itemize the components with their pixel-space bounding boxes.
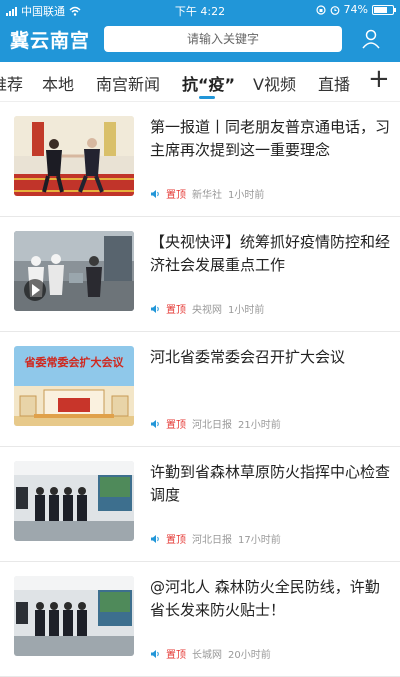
user-icon[interactable]	[358, 26, 384, 52]
news-source: 河北日报	[192, 535, 232, 546]
news-meta: 置顶 河北日报 21小时前	[150, 416, 281, 431]
news-item[interactable]: 许勤到省森林草原防火指挥中心检查调度 置顶 河北日报 17小时前	[0, 447, 400, 562]
battery-label: 74%	[343, 3, 368, 16]
news-thumbnail	[14, 231, 134, 311]
pinned-badge: 置顶	[166, 305, 186, 316]
news-meta: 置顶 河北日报 17小时前	[150, 531, 281, 546]
pinned-badge: 置顶	[166, 190, 186, 201]
news-source: 央视网	[192, 305, 222, 316]
status-bar: 中国联通 下午 4:22 74%	[0, 0, 400, 20]
app-header: 中国联通 下午 4:22 74% 冀云南宫 请输入关键字	[0, 0, 400, 62]
pinned-badge: 置顶	[166, 650, 186, 661]
alarm-icon	[330, 5, 339, 15]
news-meta: 置顶 长城网 20小时前	[150, 646, 271, 661]
news-title[interactable]: 第一报道丨同老朋友普京通电话，习主席再次提到这一重要理念	[150, 116, 390, 162]
news-item[interactable]: 第一报道丨同老朋友普京通电话，习主席再次提到这一重要理念 置顶 新华社 1小时前	[0, 102, 400, 217]
tab-live[interactable]: 直播	[318, 71, 350, 95]
news-thumbnail	[14, 576, 134, 656]
news-time: 21小时前	[238, 420, 281, 431]
rotation-lock-icon	[315, 4, 326, 15]
tab-recommend[interactable]: 推荐	[0, 71, 23, 95]
battery-icon	[372, 4, 396, 15]
tab-video[interactable]: V视频	[253, 71, 296, 95]
speaker-icon[interactable]	[150, 304, 160, 314]
news-source: 新华社	[192, 190, 222, 201]
news-source: 长城网	[192, 650, 222, 661]
tab-nangong-news[interactable]: 南宫新闻	[96, 71, 160, 95]
news-item[interactable]: 省委常委会扩大会议 河北省委常委会召开扩大会议 置顶 河北日报 21小时前	[0, 332, 400, 447]
pinned-badge: 置顶	[166, 420, 186, 431]
news-meta: 置顶 央视网 1小时前	[150, 301, 264, 316]
add-channel-button[interactable]: +	[368, 64, 390, 94]
news-title[interactable]: 【央视快评】统筹抓好疫情防控和经济社会发展重点工作	[150, 231, 390, 277]
news-time: 17小时前	[238, 535, 281, 546]
pinned-badge: 置顶	[166, 535, 186, 546]
news-time: 1小时前	[228, 305, 265, 316]
speaker-icon[interactable]	[150, 534, 160, 544]
search-input[interactable]: 请输入关键字	[104, 26, 342, 52]
app-logo: 冀云南宫	[10, 30, 91, 52]
news-title[interactable]: 河北省委常委会召开扩大会议	[150, 346, 390, 369]
news-item[interactable]: 【央视快评】统筹抓好疫情防控和经济社会发展重点工作 置顶 央视网 1小时前	[0, 217, 400, 332]
channel-tabs: 推荐 本地 南宫新闻 抗“疫” V视频 直播 +	[0, 62, 400, 102]
tab-anti-epidemic[interactable]: 抗“疫”	[182, 71, 235, 95]
news-title[interactable]: 许勤到省森林草原防火指挥中心检查调度	[150, 461, 390, 507]
tab-local[interactable]: 本地	[42, 71, 74, 95]
news-thumbnail	[14, 461, 134, 541]
news-source: 河北日报	[192, 420, 232, 431]
news-time: 1小时前	[228, 190, 265, 201]
news-feed: 第一报道丨同老朋友普京通电话，习主席再次提到这一重要理念 置顶 新华社 1小时前	[0, 102, 400, 677]
news-meta: 置顶 新华社 1小时前	[150, 186, 264, 201]
speaker-icon[interactable]	[150, 419, 160, 429]
active-tab-indicator	[199, 96, 215, 99]
news-title[interactable]: @河北人 森林防火全民防线，许勤省长发来防火贴士！	[150, 576, 390, 622]
news-thumbnail	[14, 116, 134, 196]
thumbnail-banner-text: 省委常委会扩大会议	[24, 356, 124, 369]
speaker-icon[interactable]	[150, 649, 160, 659]
news-time: 20小时前	[228, 650, 271, 661]
speaker-icon[interactable]	[150, 189, 160, 199]
play-icon[interactable]	[24, 279, 46, 301]
news-thumbnail: 省委常委会扩大会议	[14, 346, 134, 426]
